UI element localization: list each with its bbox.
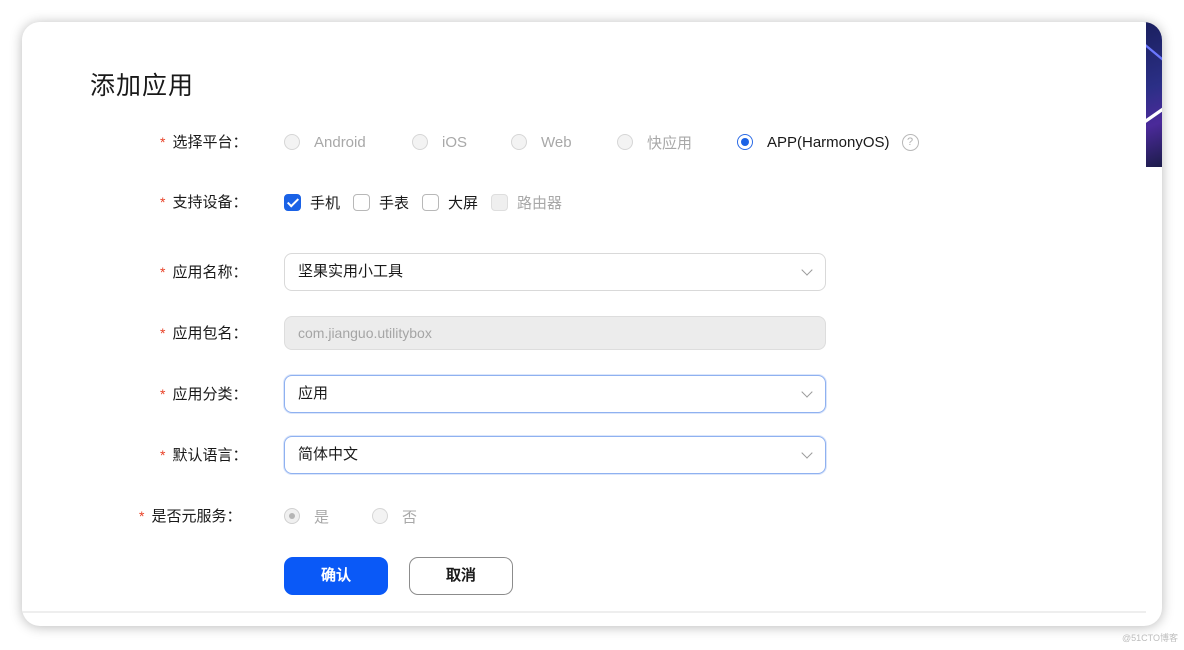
app-name-label: * 应用名称： — [160, 252, 247, 292]
cancel-button[interactable]: 取消 — [409, 557, 513, 595]
platform-option-label: iOS — [442, 133, 468, 151]
checkbox-icon[interactable] — [422, 193, 439, 211]
category-row: * 应用分类： 应用 — [22, 375, 1146, 415]
background-artwork — [1144, 22, 1162, 167]
radio-icon[interactable] — [617, 134, 633, 150]
confirm-button[interactable]: 确认 — [284, 557, 388, 595]
chevron-down-icon — [801, 386, 813, 398]
meta-service-label: * 是否元服务： — [139, 496, 241, 536]
required-mark: * — [160, 264, 166, 280]
meta-service-option-yes: 是 — [284, 506, 372, 527]
platform-option-android[interactable]: Android — [284, 134, 412, 151]
platform-options: Android iOS Web 快应用 APP(HarmonyOS) ? — [284, 122, 919, 162]
artwork-stripe — [1144, 42, 1162, 61]
category-label-text: 应用分类： — [172, 386, 248, 403]
platform-option-label: Android — [314, 133, 366, 151]
platform-label-text: 选择平台： — [172, 134, 248, 151]
radio-icon[interactable] — [511, 134, 527, 150]
required-mark: * — [160, 386, 166, 402]
device-option-label: 手表 — [379, 194, 410, 212]
language-label-text: 默认语言： — [172, 447, 248, 464]
platform-option-harmonyos[interactable]: APP(HarmonyOS) — [737, 134, 890, 151]
devices-row: * 支持设备： 手机 手表 大屏 路由器 — [22, 182, 1146, 222]
category-select[interactable]: 应用 — [284, 375, 826, 413]
app-name-label-text: 应用名称： — [172, 264, 248, 281]
meta-service-option-label: 否 — [402, 508, 418, 526]
required-mark: * — [160, 134, 166, 150]
dialog-divider — [22, 611, 1146, 613]
language-select[interactable]: 简体中文 — [284, 436, 826, 474]
category-value: 应用 — [298, 385, 329, 402]
required-mark: * — [139, 508, 145, 524]
radio-icon[interactable] — [412, 134, 428, 150]
platform-option-web[interactable]: Web — [511, 134, 617, 151]
app-name-value: 坚果实用小工具 — [298, 263, 404, 280]
required-mark: * — [160, 447, 166, 463]
devices-label-text: 支持设备： — [172, 194, 248, 211]
package-name-label-text: 应用包名： — [172, 325, 248, 342]
radio-icon — [372, 508, 388, 524]
device-option-label: 手机 — [310, 194, 341, 212]
watermark: @51CTO博客 — [1122, 633, 1178, 643]
outer-window: 添加应用 * 选择平台： Android iOS Web 快应用 APP(Har… — [22, 22, 1162, 626]
checkbox-icon — [491, 193, 508, 211]
dialog-title: 添加应用 — [90, 72, 195, 100]
device-option-label: 大屏 — [448, 194, 479, 212]
device-option-label: 路由器 — [517, 194, 563, 212]
meta-service-label-text: 是否元服务： — [151, 508, 242, 525]
radio-icon — [284, 508, 300, 524]
required-mark: * — [160, 194, 166, 210]
language-label: * 默认语言： — [160, 435, 247, 475]
checkbox-icon[interactable] — [284, 193, 301, 211]
platform-option-label: APP(HarmonyOS) — [767, 133, 890, 151]
language-value: 简体中文 — [298, 446, 359, 463]
package-name-label: * 应用包名： — [160, 313, 247, 353]
package-name-row: * 应用包名： com.jianguo.utilitybox — [22, 314, 1146, 354]
category-label: * 应用分类： — [160, 374, 247, 414]
language-row: * 默认语言： 简体中文 — [22, 436, 1146, 476]
checkbox-icon[interactable] — [353, 193, 370, 211]
artwork-stripe — [1144, 107, 1162, 125]
radio-icon[interactable] — [284, 134, 300, 150]
platform-option-label: 快应用 — [647, 134, 693, 152]
device-option-watch[interactable]: 手表 — [353, 192, 422, 213]
device-option-bigscreen[interactable]: 大屏 — [422, 192, 491, 213]
package-name-input: com.jianguo.utilitybox — [284, 316, 826, 350]
app-name-row: * 应用名称： 坚果实用小工具 — [22, 253, 1146, 293]
device-option-router: 路由器 — [491, 192, 562, 213]
platform-option-label: Web — [541, 133, 572, 151]
device-option-phone[interactable]: 手机 — [284, 192, 353, 213]
help-icon[interactable]: ? — [901, 133, 919, 151]
devices-label: * 支持设备： — [160, 182, 247, 222]
meta-service-row: * 是否元服务： 是 否 — [22, 496, 1146, 536]
meta-service-option-label: 是 — [314, 508, 330, 526]
meta-service-options: 是 否 — [284, 496, 417, 536]
platform-option-quickapp[interactable]: 快应用 — [617, 132, 737, 153]
package-name-value: com.jianguo.utilitybox — [298, 325, 432, 341]
add-app-dialog: 添加应用 * 选择平台： Android iOS Web 快应用 APP(Har… — [22, 22, 1146, 612]
radio-icon[interactable] — [737, 134, 753, 150]
platform-option-ios[interactable]: iOS — [412, 134, 511, 151]
platform-label: * 选择平台： — [160, 122, 247, 162]
platform-row: * 选择平台： Android iOS Web 快应用 APP(HarmonyO… — [22, 122, 1146, 162]
chevron-down-icon — [801, 264, 813, 276]
chevron-down-icon — [801, 447, 813, 459]
required-mark: * — [160, 325, 166, 341]
app-name-select[interactable]: 坚果实用小工具 — [284, 253, 826, 291]
meta-service-option-no: 否 — [372, 506, 417, 527]
devices-options: 手机 手表 大屏 路由器 — [284, 182, 562, 222]
